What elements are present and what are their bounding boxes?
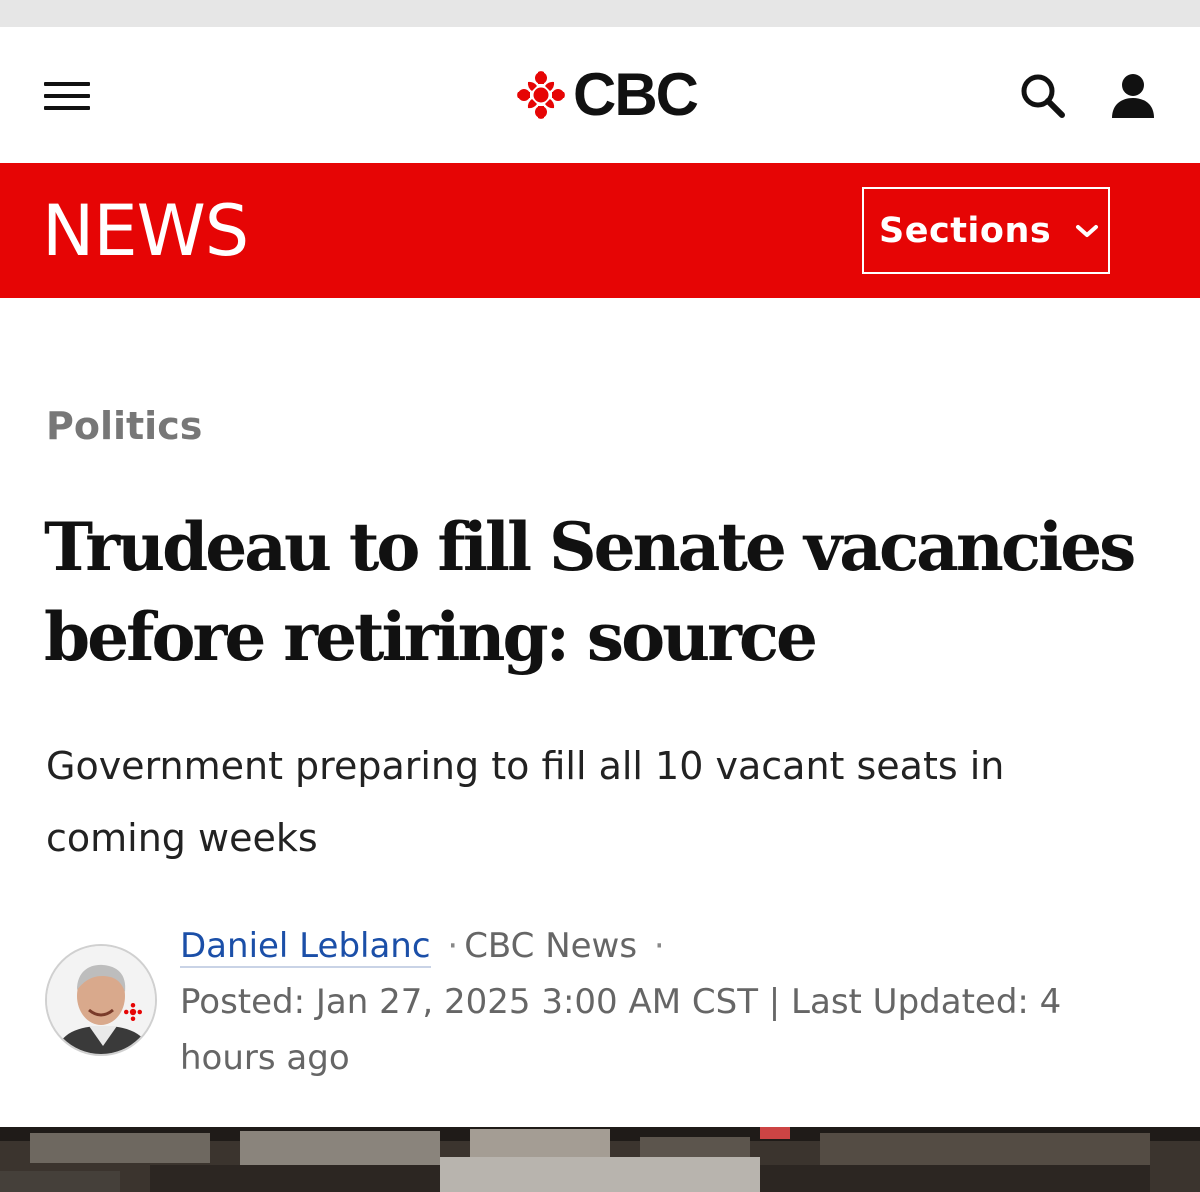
article-headline: Trudeau to fill Senate vacancies before …	[44, 508, 1136, 676]
sections-button[interactable]: Sections	[862, 187, 1110, 274]
outlet-name: CBC News	[464, 926, 638, 966]
article-deck: Government preparing to fill all 10 vaca…	[46, 744, 1005, 860]
post-timestamp: Posted: Jan 27, 2025 3:00 AM CST | Last …	[180, 982, 1062, 1078]
sections-label: Sections	[879, 210, 1052, 251]
search-icon[interactable]	[1018, 71, 1068, 121]
byline-separator-trailing: ·	[653, 926, 665, 966]
byline-separator: ·	[447, 926, 459, 966]
author-avatar	[45, 944, 157, 1056]
news-title[interactable]: NEWS	[42, 193, 249, 269]
browser-top-strip	[0, 0, 1200, 27]
chevron-down-icon	[1076, 224, 1099, 237]
byline-first-line: Daniel Leblanc · CBC News ·	[180, 918, 1160, 974]
author-link[interactable]: Daniel Leblanc	[180, 926, 431, 968]
site-header: CBC	[0, 27, 1200, 163]
article-category[interactable]: Politics	[46, 404, 202, 448]
cbc-gem-icon	[517, 71, 565, 119]
cbc-logo[interactable]: CBC	[515, 61, 699, 128]
hamburger-menu-icon[interactable]	[44, 81, 90, 113]
news-section-bar: NEWS Sections	[0, 163, 1200, 298]
article-byline: Daniel Leblanc · CBC News · Posted: Jan 2…	[180, 918, 1160, 1086]
brand-wordmark: CBC	[573, 61, 699, 128]
account-icon[interactable]	[1108, 71, 1158, 121]
hero-image	[0, 1127, 1200, 1192]
